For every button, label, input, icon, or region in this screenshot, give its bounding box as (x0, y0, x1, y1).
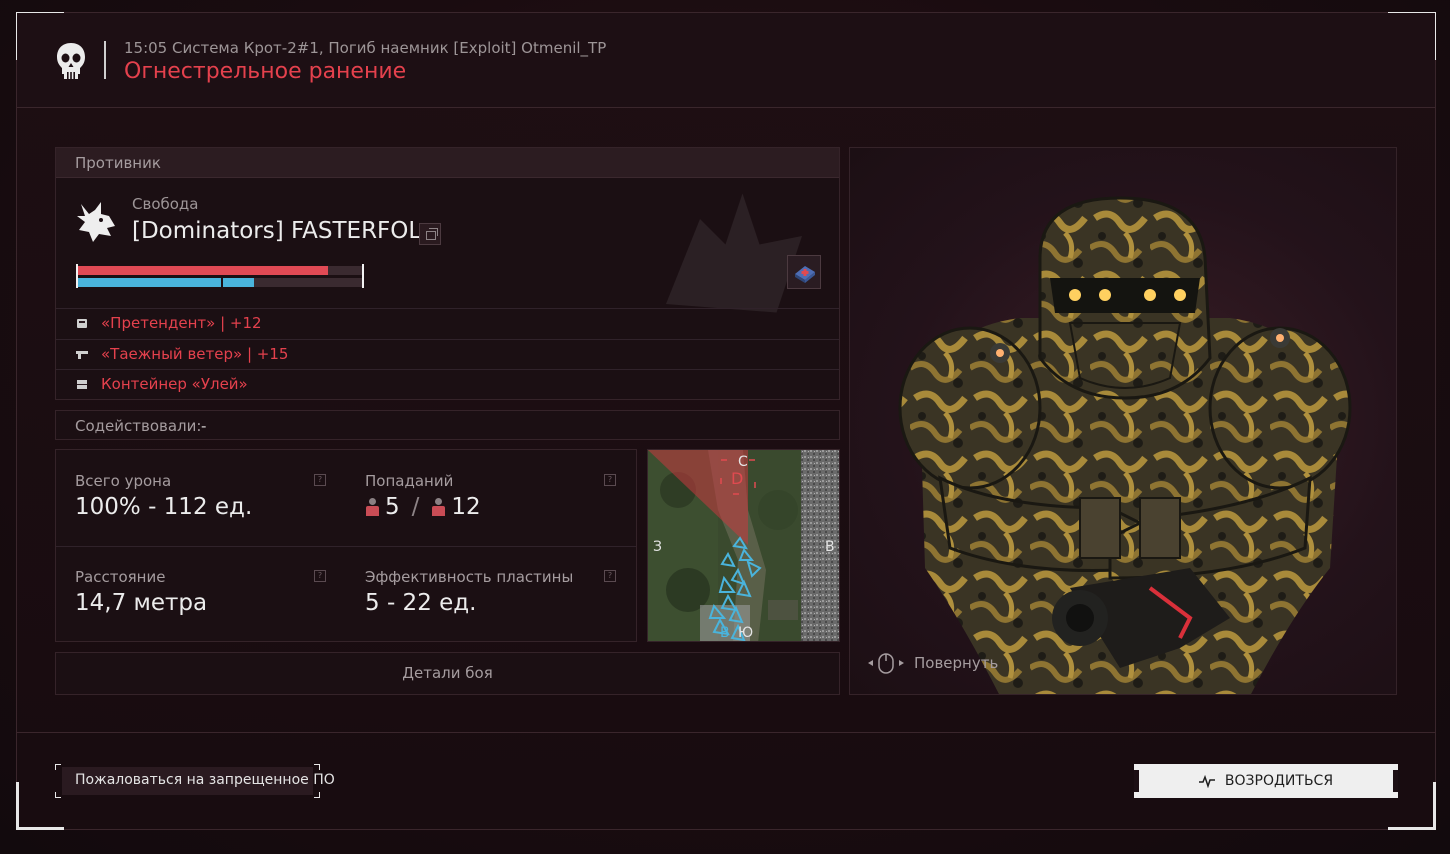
bar-tick (76, 264, 78, 288)
armor-hit-icon (431, 498, 446, 516)
stat-value: 14,7 метра (75, 590, 208, 616)
container-icon (77, 380, 87, 389)
stat-label: Попаданий (365, 472, 454, 490)
death-cause: Огнестрельное ранение (124, 59, 407, 84)
respawn-label: ВОЗРОДИТЬСЯ (1224, 773, 1334, 789)
equipment-row-weapon: «Таежный ветер» | +15 (56, 339, 839, 369)
help-icon[interactable]: ? (604, 474, 616, 486)
hits-separator: / (411, 494, 420, 520)
minimap-point-label: D (731, 469, 743, 488)
stat-hits: Попаданий ? 5 / 12 (346, 450, 636, 546)
kill-minimap[interactable]: С D З В B Ю (647, 449, 840, 642)
skull-icon (57, 43, 85, 79)
stat-distance: Расстояние ? 14,7 метра (56, 546, 346, 642)
armored-soldier-image (898, 196, 1352, 694)
minimap-marker-label: B (720, 625, 730, 641)
hits-left-value: 5 (385, 494, 400, 520)
stat-value: 100% - 112 ед. (75, 494, 253, 520)
minimap-east-label: В (825, 539, 835, 555)
button-bracket (314, 792, 320, 798)
heartbeat-icon (1198, 774, 1215, 788)
enemy-character-preview[interactable] (849, 147, 1397, 695)
health-bar (78, 266, 362, 275)
minimap-north-label: С (738, 454, 748, 470)
assist-value: - (201, 417, 207, 435)
armor-bar-segment (221, 278, 223, 287)
report-cheat-label: Пожаловаться на запрещенное ПО (75, 772, 335, 788)
equipment-armor-text: «Претендент» | +12 (101, 314, 262, 332)
mouse-rotate-icon (868, 653, 904, 674)
minimap-south-label: Ю (738, 625, 753, 641)
bar-tick (362, 264, 364, 288)
medkit-item[interactable] (787, 255, 821, 289)
battle-details-button[interactable]: Детали боя (55, 652, 840, 695)
enemy-name: [Dominators] FASTERFOL (132, 218, 422, 244)
rotate-hint: Повернуть (868, 652, 998, 674)
equipment-row-armor: «Претендент» | +12 (56, 308, 839, 338)
help-icon[interactable]: ? (314, 474, 326, 486)
minimap-canvas: С D З В B Ю (648, 450, 839, 641)
medkit-icon (795, 266, 815, 283)
copy-name-button[interactable] (419, 223, 441, 245)
enemy-section-label: Противник (75, 154, 161, 172)
death-meta: 15:05 Система Крот-2#1, Погиб наемник [E… (124, 39, 607, 57)
battle-details-label: Детали боя (402, 664, 493, 682)
hits-right-value: 12 (451, 494, 481, 520)
stat-value: 5 - 22 ед. (365, 590, 477, 616)
armor-icon (77, 319, 87, 328)
stat-label: Всего урона (75, 472, 172, 490)
stat-label: Расстояние (75, 568, 166, 586)
stats-panel: Всего урона ? 100% - 112 ед. Попаданий ?… (55, 449, 637, 642)
wolf-faction-icon (77, 202, 115, 242)
enemy-status-bars (76, 264, 366, 290)
report-cheat-button[interactable]: Пожаловаться на запрещенное ПО (55, 764, 335, 798)
enemy-panel: Противник Свобода [Dominators] FASTERFOL… (55, 147, 840, 400)
equipment-weapon-text: «Таежный ветер» | +15 (101, 345, 289, 363)
stat-plate-efficiency: Эффективность пластины ? 5 - 22 ед. (346, 546, 636, 642)
footer-divider (17, 732, 1435, 733)
help-icon[interactable]: ? (604, 570, 616, 582)
minimap-west-label: З (653, 539, 662, 555)
button-bracket (55, 792, 61, 798)
rifle-icon (76, 351, 88, 359)
enemy-faction: Свобода (132, 195, 199, 213)
armor-bar (78, 278, 362, 287)
death-header: 15:05 Система Крот-2#1, Погиб наемник [E… (17, 13, 1435, 108)
stat-label: Эффективность пластины (365, 568, 574, 586)
equipment-container-text: Контейнер «Улей» (101, 375, 248, 393)
button-bracket (314, 764, 320, 770)
equipment-row-container: Контейнер «Улей» (56, 369, 839, 399)
armor-bar-fill (78, 278, 254, 287)
enemy-section-header: Противник (56, 148, 839, 178)
assist-panel: Содействовали: - (55, 410, 840, 440)
assist-label: Содействовали: (75, 417, 202, 435)
hits-value: 5 / 12 (365, 494, 481, 520)
body-hit-icon (365, 498, 379, 516)
header-divider (104, 41, 106, 79)
rotate-hint-label: Повернуть (914, 654, 999, 672)
help-icon[interactable]: ? (314, 570, 326, 582)
respawn-button[interactable]: ВОЗРОДИТЬСЯ (1134, 764, 1398, 798)
stat-total-damage: Всего урона ? 100% - 112 ед. (56, 450, 346, 546)
button-bracket (55, 764, 61, 770)
health-bar-fill (78, 266, 328, 275)
